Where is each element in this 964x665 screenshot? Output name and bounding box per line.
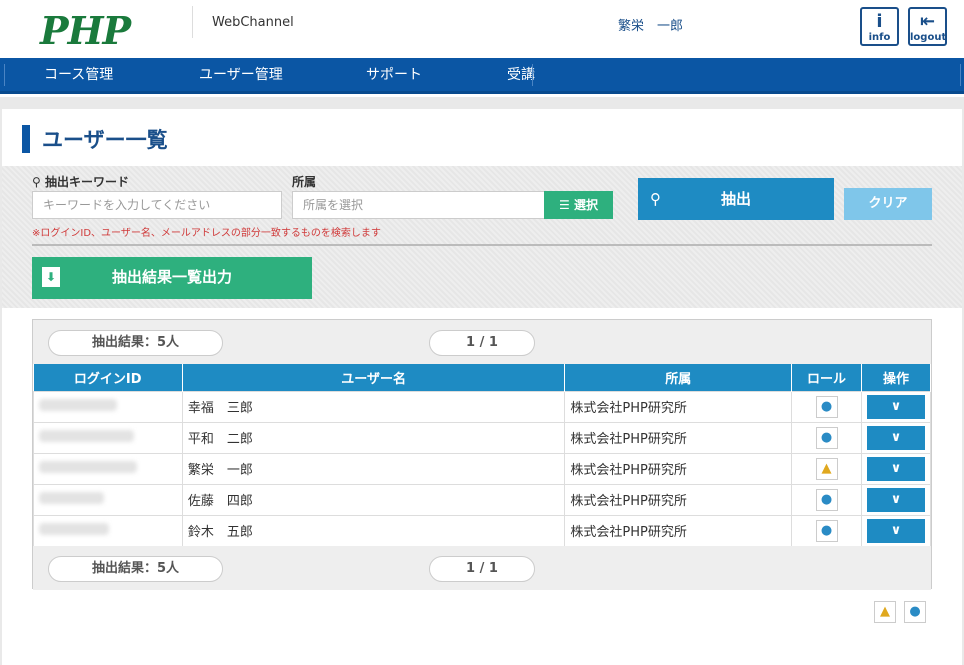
info-icon: i [876,11,883,32]
org-cell: 株式会社PHP研究所 [564,452,793,485]
page-indicator-top[interactable]: 1 / 1 [429,330,535,356]
admin-role-icon: ▲ [815,457,838,480]
expand-button[interactable]: ∨ [866,487,925,512]
title-accent [22,125,30,153]
export-button[interactable]: ⬇ 抽出結果一覧出力 [32,257,312,299]
table-row: 幸福 三郎 株式会社PHP研究所 ● ∨ [33,390,932,423]
table-row: 繁栄 一郎 株式会社PHP研究所 ▲ ∨ [33,452,932,485]
action-cell: ∨ [860,421,932,454]
col-role: ロール [791,364,862,391]
expand-button[interactable]: ∨ [866,394,925,419]
search-icon: ⚲ [650,190,661,208]
keyword-input[interactable]: キーワードを入力してください [32,191,282,219]
col-org[interactable]: 所属 [564,364,793,391]
org-input[interactable]: 所属を選択 [292,191,546,219]
logout-button[interactable]: ⇤ logout [908,7,947,46]
user-role-icon: ● [815,519,838,542]
user-role-icon: ● [815,488,838,511]
col-login-id[interactable]: ログインID [33,364,183,391]
role-cell: ● [791,421,862,454]
role-cell: ● [791,483,862,516]
org-cell: 株式会社PHP研究所 [564,514,793,547]
user-name-cell: 鈴木 五郎 [181,514,566,547]
org-select-button[interactable]: ☰ 選択 [544,191,613,219]
user-name-cell: 平和 二郎 [181,421,566,454]
table-row: 平和 二郎 株式会社PHP研究所 ● ∨ [33,421,932,454]
admin-legend-icon: ▲ [874,601,896,623]
org-cell: 株式会社PHP研究所 [564,390,793,423]
login-id-redacted [39,522,109,535]
info-label: info [868,32,891,43]
user-name-cell: 繁栄 一郎 [181,452,566,485]
chevron-down-icon: ∨ [890,460,902,476]
result-count-bottom: 抽出結果：5人 [48,556,223,582]
table-row: 佐藤 四郎 株式会社PHP研究所 ● ∨ [33,483,932,516]
search-icon: ⚲ [32,175,41,189]
login-id-redacted [39,491,104,504]
result-count-top: 抽出結果：5人 [48,330,223,356]
nav-item-support[interactable]: サポート [352,58,436,92]
role-cell: ● [791,514,862,547]
expand-button[interactable]: ∨ [866,425,925,450]
user-role-icon: ● [815,426,838,449]
login-id-cell [33,514,183,547]
channel-name: WebChannel [212,15,294,30]
login-id-cell [33,483,183,516]
list-icon: ☰ [559,198,570,212]
clear-button[interactable]: クリア [844,188,932,220]
chevron-down-icon: ∨ [890,398,902,414]
user-name-cell: 佐藤 四郎 [181,483,566,516]
search-note: ※ログインID、ユーザー名、メールアドレスの部分一致するものを検索します [32,228,381,239]
login-id-cell [33,390,183,423]
download-icon: ⬇ [42,267,60,287]
header-divider [192,6,193,38]
keyword-label: ⚲ 抽出キーワード [32,175,129,189]
user-legend-icon: ● [904,601,926,623]
col-actions: 操作 [861,364,932,391]
user-table: ログインID ユーザー名 所属 ロール 操作 幸福 三郎 株式会社PHP研究所 … [33,364,932,547]
action-cell: ∨ [860,514,932,547]
logout-label: logout [910,32,947,43]
current-user-name: 繁栄 一郎 [618,19,684,34]
org-label: 所属 [292,175,317,189]
login-id-cell [33,421,183,454]
extract-button[interactable]: ⚲ 抽出 [638,178,834,220]
login-id-cell [33,452,183,485]
header: PHP WebChannel 繁栄 一郎 i info ⇤ logout [0,0,964,58]
nav-item-user[interactable]: ユーザー管理 [185,58,297,92]
table-header-row: ログインID ユーザー名 所属 ロール 操作 [33,364,932,391]
logout-icon: ⇤ [919,11,936,32]
php-logo[interactable]: PHP [40,8,131,53]
org-cell: 株式会社PHP研究所 [564,483,793,516]
main-nav: コース管理 ユーザー管理 サポート 受講 [0,58,964,94]
table-row: 鈴木 五郎 株式会社PHP研究所 ● ∨ [33,514,932,547]
filter-divider [32,244,932,246]
chevron-down-icon: ∨ [890,522,902,538]
login-id-redacted [39,429,134,442]
login-id-redacted [39,460,137,473]
chevron-down-icon: ∨ [890,491,902,507]
page-title: ユーザー一覧 [42,128,168,152]
chevron-down-icon: ∨ [890,429,902,445]
action-cell: ∨ [860,483,932,516]
role-cell: ▲ [791,452,862,485]
org-cell: 株式会社PHP研究所 [564,421,793,454]
action-cell: ∨ [860,452,932,485]
expand-button[interactable]: ∨ [866,518,925,543]
user-role-icon: ● [815,395,838,418]
nav-separator [4,64,5,86]
nav-separator [532,64,533,86]
nav-item-attend[interactable]: 受講 [493,58,549,92]
nav-separator [960,64,961,86]
user-name-cell: 幸福 三郎 [181,390,566,423]
expand-button[interactable]: ∨ [866,456,925,481]
login-id-redacted [39,398,117,411]
info-button[interactable]: i info [860,7,899,46]
role-cell: ● [791,390,862,423]
action-cell: ∨ [860,390,932,423]
page-indicator-bottom[interactable]: 1 / 1 [429,556,535,582]
nav-item-course[interactable]: コース管理 [30,58,127,92]
col-user-name[interactable]: ユーザー名 [182,364,566,391]
